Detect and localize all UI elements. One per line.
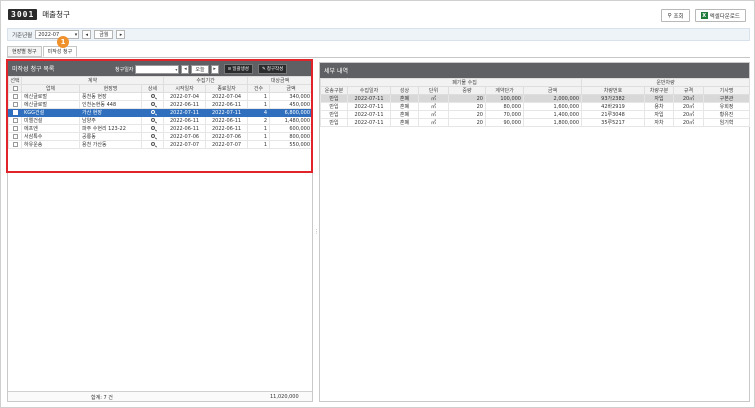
footer-amount: 11,020,000: [270, 394, 299, 400]
chevron-down-icon: ▾: [74, 31, 78, 38]
row-checkbox[interactable]: [12, 101, 18, 107]
table-row[interactable]: 에프엔 파주 수현리 123-22 2022-06-11 2022-06-11 …: [8, 124, 314, 133]
page-title: 매출청구: [42, 9, 70, 19]
chevron-left-icon: ◂: [184, 66, 187, 72]
col-weight[interactable]: 중량: [448, 86, 486, 95]
page: 3001 매출청구 ⚲ 조회 X 엑셀다운로드 기준년월 2022-07 ▾ ◂…: [0, 0, 755, 408]
row-checkbox[interactable]: [12, 117, 18, 123]
detail-panel: 세부 내역 폐기물 수집 운반차량 운송구분 수집일자 성상 단위 중량 계약단…: [319, 62, 751, 402]
col-unit[interactable]: 단위: [418, 86, 449, 95]
prev-month-button[interactable]: ◂: [82, 30, 92, 39]
detail-title-bar: 세부 내역: [320, 63, 749, 78]
col-group-target: 대상금액: [247, 76, 314, 85]
detail-row[interactable]: 반입 2022-07-11 혼폐 ㎥ 20 80,000 1,600,000 4…: [320, 102, 751, 111]
row-checkbox[interactable]: [12, 141, 18, 147]
tab-divider: [7, 57, 750, 58]
row-checkbox[interactable]: [12, 109, 18, 115]
detail-row[interactable]: 반입 2022-07-11 혼폐 ㎥ 20 90,000 1,800,000 3…: [320, 118, 751, 127]
chevron-right-icon: ▸: [119, 31, 123, 38]
col-kind[interactable]: 성상: [390, 86, 419, 95]
col-start-date[interactable]: 시작일자: [163, 84, 207, 93]
unwritten-claim-table: 선택 계약 수집기간 대상금액 업체 현장명 상세 시작일자 종료일자 건수 금…: [8, 76, 314, 149]
next-date-button[interactable]: ▸: [210, 64, 219, 74]
row-checkbox[interactable]: [12, 125, 18, 131]
detail-table: 폐기물 수집 운반차량 운송구분 수집일자 성상 단위 중량 계약단가 금액 차…: [320, 78, 751, 127]
col-company[interactable]: 업체: [21, 84, 80, 93]
step-marker: 1: [57, 36, 69, 48]
chevron-left-icon: ◂: [85, 31, 88, 38]
header: 3001 매출청구 ⚲ 조회 X 엑셀다운로드: [1, 1, 754, 27]
screen-code: 3001: [8, 8, 38, 20]
search-button[interactable]: ⚲ 조회: [661, 9, 690, 22]
excel-icon: X: [700, 12, 708, 19]
list-icon: ≡: [227, 66, 232, 72]
magnifier-icon[interactable]: [150, 117, 155, 122]
panel-title-bar: 미작성 청구 목록 청구일자 ▾ ◂ 오늘 ▸ ≡ 일괄생성 ✎ 청구작성: [8, 61, 312, 76]
col-spec[interactable]: 규격: [673, 86, 704, 95]
magnifier-icon[interactable]: [150, 101, 155, 106]
tab-site-claim[interactable]: 현장별 청구: [7, 46, 42, 57]
row-checkbox[interactable]: [12, 93, 18, 99]
col-count[interactable]: 건수: [247, 84, 271, 93]
col-unit-price[interactable]: 계약단가: [485, 86, 524, 95]
chevron-right-icon: ▸: [213, 66, 216, 72]
table-row[interactable]: 하유운송 용천 가산동 2022-07-07 2022-07-07 1 550,…: [8, 140, 314, 149]
col-group-waste: 폐기물 수집: [347, 78, 582, 87]
col-amount[interactable]: 금액: [523, 86, 582, 95]
filter-label: 기준년월: [12, 32, 33, 39]
unwritten-claim-panel: 미작성 청구 목록 청구일자 ▾ ◂ 오늘 ▸ ≡ 일괄생성 ✎ 청구작성 선택 계…: [7, 60, 314, 402]
col-vehicle-type[interactable]: 차량구분: [644, 86, 674, 95]
calendar-icon: ▾: [175, 66, 178, 72]
footer-count: 합계: 7 건: [91, 395, 113, 401]
bulk-create-button[interactable]: ≡ 일괄생성: [223, 64, 253, 74]
col-group-vehicle: 운반차량: [580, 78, 751, 87]
magnifier-icon[interactable]: [150, 141, 155, 146]
claim-date-label: 청구일자: [115, 66, 134, 73]
tab-unwritten-claim[interactable]: 미작성 청구: [42, 46, 78, 57]
magnifier-icon[interactable]: [150, 109, 155, 114]
col-collect-date[interactable]: 수집일자: [347, 86, 391, 95]
col-transport-type[interactable]: 운송구분: [320, 86, 348, 95]
table-row[interactable]: 에신글로벌 인천논현동 448 2022-06-11 2022-06-11 1 …: [8, 100, 314, 109]
col-group-period: 수집기간: [163, 76, 249, 85]
col-plate[interactable]: 차량번호: [581, 86, 645, 95]
table-row[interactable]: 에신글로벌 풍천동 현장 2022-07-04 2022-07-04 1 340…: [8, 92, 314, 101]
next-month-button[interactable]: ▸: [116, 30, 126, 39]
select-all-checkbox[interactable]: [8, 84, 22, 93]
detail-title: 세부 내역: [324, 68, 348, 75]
detail-row[interactable]: 반입 2022-07-11 혼폐 ㎥ 20 100,000 2,000,000 …: [320, 94, 751, 103]
filter-bar: 기준년월 2022-07 ▾ ◂ 금월 ▸: [7, 28, 750, 41]
edit-icon: ✎: [261, 66, 266, 72]
magnifier-icon[interactable]: [150, 133, 155, 138]
panel-title: 미작성 청구 목록: [12, 66, 55, 73]
col-end-date[interactable]: 종료일자: [205, 84, 249, 93]
col-site[interactable]: 현장명: [79, 84, 142, 93]
prev-date-button[interactable]: ◂: [181, 64, 190, 74]
row-checkbox[interactable]: [12, 133, 18, 139]
magnifier-icon[interactable]: [150, 93, 155, 98]
table-footer: 합계: 7 건 11,020,000: [8, 391, 312, 401]
today-button[interactable]: 오늘: [191, 64, 209, 74]
search-icon: ⚲: [667, 12, 672, 19]
col-amount[interactable]: 금액: [269, 84, 314, 93]
table-row[interactable]: 미엘건설 남양주 2022-06-11 2022-06-11 2 1,480,0…: [8, 116, 314, 125]
table-row-selected[interactable]: KGG건설 가산 현장 2022-07-11 2022-07-11 4 6,80…: [8, 108, 314, 117]
current-month-button[interactable]: 금월: [94, 30, 114, 39]
col-detail[interactable]: 상세: [140, 84, 165, 93]
claim-date-input[interactable]: ▾: [135, 64, 180, 74]
excel-download-button[interactable]: X 엑셀다운로드: [694, 9, 746, 22]
col-driver[interactable]: 기사명: [702, 86, 751, 95]
table-row[interactable]: 서삼톡수 공룡동 2022-07-06 2022-07-06 1 800,000: [8, 132, 314, 141]
write-claim-button[interactable]: ✎ 청구작성: [257, 64, 288, 74]
col-group-contract: 계약: [20, 76, 165, 85]
magnifier-icon[interactable]: [150, 125, 155, 130]
col-group-select: 선택: [8, 76, 22, 85]
detail-row[interactable]: 반입 2022-07-11 혼폐 ㎥ 20 70,000 1,400,000 2…: [320, 110, 751, 119]
tab-bar: 현장별 청구 미작성 청구: [7, 46, 78, 57]
